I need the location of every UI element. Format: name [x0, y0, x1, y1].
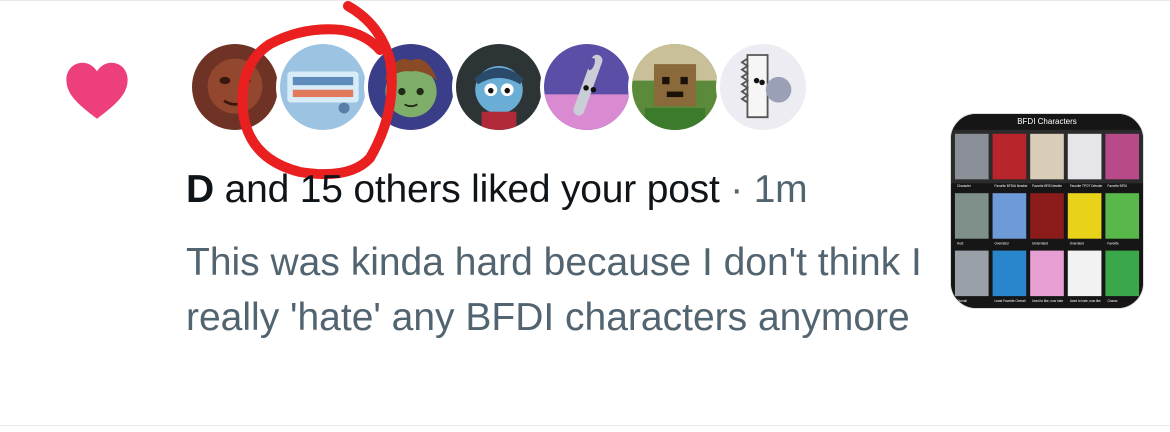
avatar-7[interactable]: [716, 40, 810, 134]
thumb-caption-r2-3: Underrated: [1032, 242, 1048, 246]
thumb-caption-r3-5: Charac: [1107, 299, 1118, 303]
thumb-caption-r3-1: Overall: [957, 299, 967, 303]
avatar-1-image: [192, 44, 278, 130]
avatar-3[interactable]: [364, 40, 458, 134]
thumb-caption-r2-1: Host: [957, 242, 964, 246]
bottom-divider: [0, 425, 1170, 426]
avatar-1[interactable]: [188, 40, 282, 134]
post-text[interactable]: This was kinda hard because I don't thin…: [186, 235, 926, 345]
timestamp: 1m: [753, 168, 808, 211]
avatar-2[interactable]: [276, 40, 370, 134]
liker-avatars: [188, 40, 838, 136]
thumb-caption-r3-2: Least Favorite Overall: [995, 299, 1026, 303]
thumb-caption-r1-5: Favorite BFDI: [1107, 184, 1127, 188]
avatar-5[interactable]: [540, 40, 634, 134]
avatar-4[interactable]: [452, 40, 546, 134]
thumbnail-image: Character Favorite BFDIA Newbie Favorite…: [951, 114, 1143, 308]
thumb-caption-r1-2: Favorite BFDIA Newbie: [995, 184, 1028, 188]
avatar-6[interactable]: [628, 40, 722, 134]
post-thumbnail[interactable]: Character Favorite BFDIA Newbie Favorite…: [950, 113, 1144, 309]
liker-username[interactable]: D: [186, 168, 214, 211]
headline-text: and 15 others liked your post: [213, 168, 720, 211]
avatar-3-image: [368, 44, 454, 130]
thumb-caption-r3-4: Used to hate, now like: [1070, 299, 1101, 303]
avatar-5-image: [544, 44, 630, 130]
avatar-2-image: [280, 44, 366, 130]
avatar-6-image: [632, 44, 718, 130]
thumb-caption-r1-3: Favorite BFB Newbie: [1032, 184, 1062, 188]
thumb-caption-r2-2: Overrated: [995, 242, 1009, 246]
top-divider: [0, 0, 1170, 1]
notification-headline: D and 15 others liked your post · 1m: [186, 168, 808, 212]
headline-separator: ·: [719, 168, 754, 211]
avatar-4-image: [456, 44, 542, 130]
thumb-caption-r3-3: Used to like, now hate: [1032, 299, 1063, 303]
heart-icon: [66, 62, 128, 119]
avatar-7-image: [720, 44, 806, 130]
thumbnail-title: BFDI Characters: [1017, 117, 1077, 126]
thumb-caption-r1-1: Character: [957, 184, 971, 188]
thumb-caption-r2-5: Favorite: [1107, 242, 1119, 246]
thumb-caption-r1-4: Favorite TPOT Debuter: [1070, 184, 1103, 188]
thumb-caption-r2-4: Overrated: [1070, 242, 1084, 246]
